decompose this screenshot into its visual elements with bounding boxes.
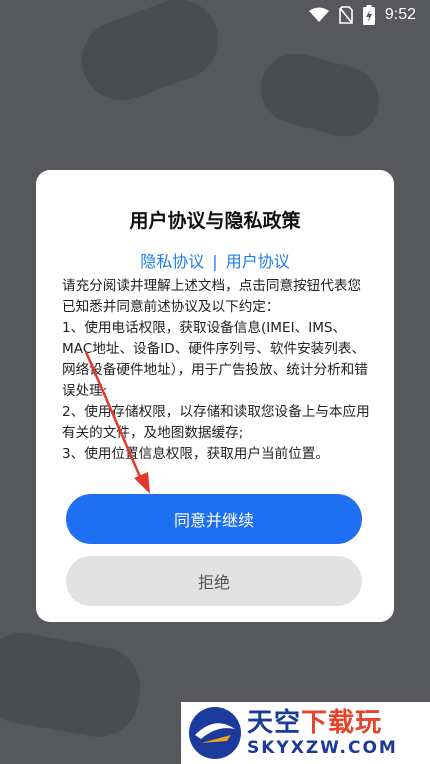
privacy-policy-link[interactable]: 隐私协议 <box>140 252 204 271</box>
agreement-dialog: 用户协议与隐私政策 隐私协议 | 用户协议 请充分阅读并理解上述文档，点击同意按钮代… <box>36 170 394 622</box>
body-paragraph: 1、使用电话权限，获取设备信息(IMEI、IMS、MAC地址、设备ID、硬件序列… <box>62 320 368 399</box>
watermark-name-accent: 下载玩 <box>301 708 383 738</box>
body-paragraph: 2、使用存储权限，以存储和读取您设备上与本应用有关的文件，及地图数据缓存; <box>62 404 370 441</box>
background-shape <box>0 626 147 744</box>
agree-button[interactable]: 同意并继续 <box>66 494 362 544</box>
status-bar: 9:52 <box>0 0 430 30</box>
body-paragraph: 请充分阅读并理解上述文档，点击同意按钮代表您已知悉并同意前述协议及以下约定： <box>62 278 362 315</box>
reject-button[interactable]: 拒绝 <box>66 556 362 606</box>
body-paragraph: 3、使用位置信息权限，获取用户当前位置。 <box>62 446 329 462</box>
watermark-name-main: 天空 <box>247 708 302 738</box>
watermark-domain: SKYXZW.COM <box>247 738 398 758</box>
status-time: 9:52 <box>384 6 416 23</box>
no-sim-icon <box>339 6 353 24</box>
wifi-icon <box>308 7 329 23</box>
dialog-title: 用户协议与隐私政策 <box>129 210 301 232</box>
background-shape <box>252 45 388 145</box>
site-logo-icon <box>189 707 241 759</box>
dialog-body: 请充分阅读并理解上述文档，点击同意按钮代表您已知悉并同意前述协议及以下约定： 1… <box>62 276 372 465</box>
watermark: 天空下载玩 SKYXZW.COM <box>181 702 430 764</box>
user-agreement-link[interactable]: 用户协议 <box>226 252 290 271</box>
battery-charging-icon <box>362 5 375 25</box>
link-separator: | <box>212 252 218 271</box>
agreement-links: 隐私协议 | 用户协议 <box>36 248 394 272</box>
watermark-text: 天空下载玩 SKYXZW.COM <box>247 708 398 758</box>
